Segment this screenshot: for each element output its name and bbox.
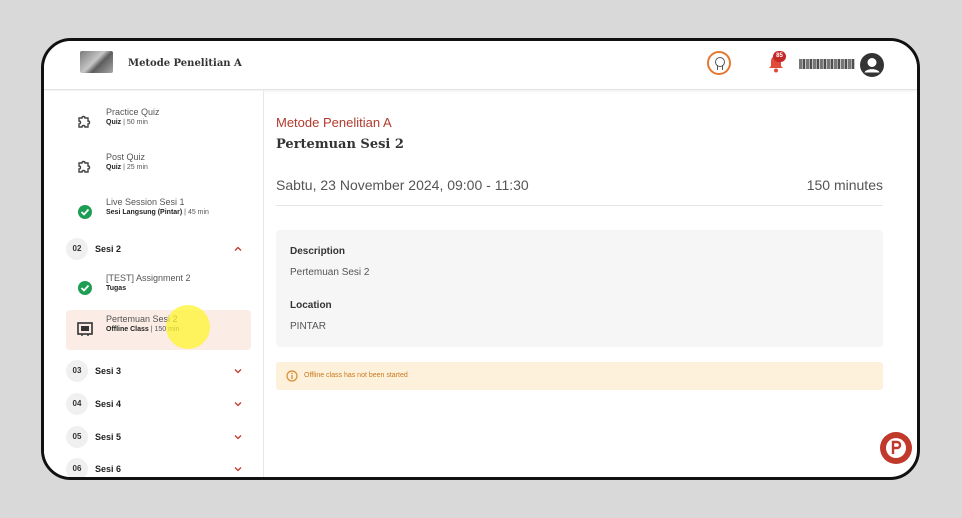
certificate-badge-icon[interactable]	[707, 51, 731, 75]
chevron-down-icon[interactable]	[233, 366, 243, 376]
section-sesi-6[interactable]: 06 Sesi 6	[66, 458, 251, 477]
location-value: PINTAR	[290, 321, 326, 332]
section-sesi-4[interactable]: 04 Sesi 4	[66, 393, 251, 415]
section-name: Sesi 3	[95, 366, 122, 376]
course-thumbnail	[80, 51, 113, 73]
puzzle-icon	[78, 115, 91, 128]
lesson-pertemuan-sesi-2[interactable]: Pertemuan Sesi 2 Offline Class | 150 min	[66, 310, 251, 350]
help-chat-button[interactable]	[879, 431, 913, 465]
chevron-down-icon[interactable]	[233, 464, 243, 474]
user-name-redacted[interactable]	[799, 59, 855, 69]
description-value: Pertemuan Sesi 2	[290, 267, 370, 278]
session-schedule: Sabtu, 23 November 2024, 09:00 - 11:30	[276, 177, 529, 193]
page-title: Pertemuan Sesi 2	[276, 137, 404, 152]
section-sesi-2[interactable]: 02 Sesi 2	[66, 238, 251, 260]
lesson-meta: Quiz | 50 min	[106, 119, 148, 126]
description-card: Description Pertemuan Sesi 2 Location PI…	[276, 230, 883, 347]
chevron-down-icon[interactable]	[233, 432, 243, 442]
lesson-meta: Quiz | 25 min	[106, 164, 148, 171]
section-number: 03	[66, 360, 88, 382]
lesson-title: Post Quiz	[106, 152, 146, 162]
alert-text: Offline class has not been started	[304, 372, 408, 379]
session-duration: 150 minutes	[806, 177, 883, 193]
location-label: Location	[290, 300, 332, 311]
section-sesi-3[interactable]: 03 Sesi 3	[66, 360, 251, 382]
status-alert: Offline class has not been started	[276, 362, 883, 390]
app-window: Metode Penelitian A 85 Practice Quiz Qui…	[41, 38, 920, 480]
lesson-title: Practice Quiz	[106, 107, 160, 117]
chevron-down-icon[interactable]	[233, 399, 243, 409]
lesson-meta: Tugas	[106, 285, 127, 292]
section-name: Sesi 5	[95, 432, 122, 442]
lesson-live-session-1[interactable]: Live Session Sesi 1 Sesi Langsung (Pinta…	[66, 193, 251, 233]
section-sesi-5[interactable]: 05 Sesi 5	[66, 426, 251, 448]
section-name: Sesi 4	[95, 399, 122, 409]
cursor-highlight	[166, 305, 210, 349]
puzzle-icon	[78, 160, 91, 173]
notification-count-badge: 85	[773, 51, 786, 62]
lesson-title: [TEST] Assignment 2	[106, 273, 191, 283]
check-circle-icon	[78, 205, 92, 219]
classroom-icon	[77, 322, 93, 336]
lesson-title: Live Session Sesi 1	[106, 197, 185, 207]
lesson-meta: Sesi Langsung (Pintar) | 45 min	[106, 209, 209, 216]
description-label: Description	[290, 246, 346, 257]
section-number: 04	[66, 393, 88, 415]
course-title: Metode Penelitian A	[128, 58, 242, 69]
section-number: 06	[66, 458, 88, 477]
lesson-post-quiz[interactable]: Post Quiz Quiz | 25 min	[66, 148, 251, 188]
info-icon	[286, 370, 298, 382]
course-name: Metode Penelitian A	[276, 115, 392, 130]
session-detail: Metode Penelitian A Pertemuan Sesi 2 Sab…	[276, 91, 883, 477]
section-name: Sesi 2	[95, 244, 122, 254]
section-number: 02	[66, 238, 88, 260]
lesson-practice-quiz[interactable]: Practice Quiz Quiz | 50 min	[66, 103, 251, 143]
lesson-test-assignment-2[interactable]: [TEST] Assignment 2 Tugas	[66, 269, 251, 309]
section-name: Sesi 6	[95, 464, 122, 474]
course-sidebar: Practice Quiz Quiz | 50 min Post Quiz Qu…	[44, 91, 264, 477]
avatar[interactable]	[860, 53, 884, 77]
chevron-up-icon[interactable]	[233, 244, 243, 254]
section-number: 05	[66, 426, 88, 448]
top-bar: Metode Penelitian A 85	[44, 41, 917, 90]
divider	[276, 205, 883, 206]
check-circle-icon	[78, 281, 92, 295]
